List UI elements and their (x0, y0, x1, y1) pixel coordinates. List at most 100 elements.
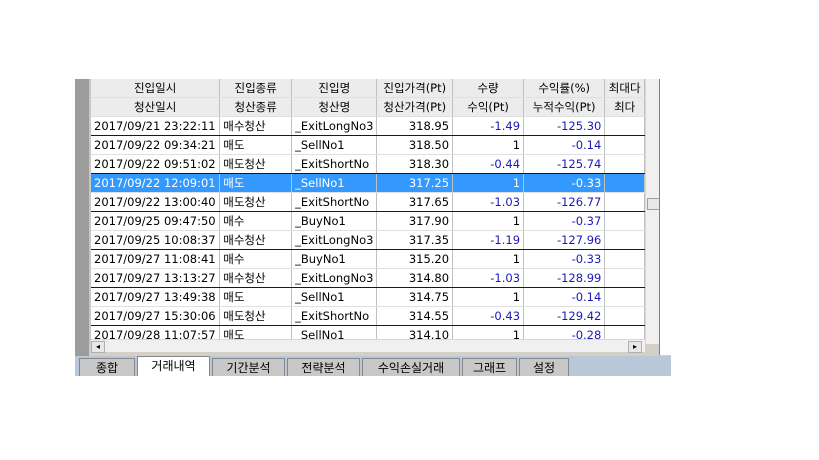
cell-empty (604, 135, 645, 155)
table-row[interactable]: 2017/09/25 10:08:37 매수청산 _ExitLongNo3 317.3… (91, 230, 645, 250)
cell-type: 매수청산 (219, 116, 293, 136)
cell-price: 314.55 (376, 306, 454, 326)
column-header[interactable]: 청산일시 (91, 97, 221, 117)
cell-price: 314.80 (376, 268, 454, 288)
cell-cum: -125.30 (523, 116, 606, 136)
cell-qty: 1 (452, 249, 525, 269)
cell-cum: -0.33 (523, 249, 606, 269)
column-header[interactable]: 최다 (604, 97, 645, 117)
cell-qty: 1 (452, 287, 525, 307)
cell-qty: -1.49 (452, 116, 525, 136)
cell-name: _BuyNo1 (291, 249, 378, 269)
tab-settings[interactable]: 설정 (519, 358, 569, 376)
cell-name: _ExitLongNo3 (291, 116, 378, 136)
column-header[interactable]: 누적수익(Pt) (523, 97, 606, 117)
cell-price: 318.95 (376, 116, 454, 136)
table-row[interactable]: 2017/09/21 23:22:11 매수청산 _ExitLongNo3 318.9… (91, 116, 645, 136)
table-row[interactable]: 2017/09/27 13:13:27 매수청산 _ExitLongNo3 314.8… (91, 268, 645, 288)
tab-strip: 종합 거래내역 기간분석 전략분석 수익손실거래 그래프 설정 (75, 356, 671, 376)
cell-empty (604, 268, 645, 288)
table-row[interactable]: 2017/09/27 15:30:06 매도청산 _ExitShortNo 314.5… (91, 306, 645, 326)
table-row[interactable]: 2017/09/27 13:49:38 매도 _SellNo1 314.75 1 -0.1… (91, 287, 645, 307)
cell-type: 매도 (219, 173, 293, 193)
cell-cum: -127.96 (523, 230, 606, 250)
column-header[interactable]: 최대다 (604, 79, 645, 98)
column-header[interactable]: 진입가격(Pt) (376, 79, 454, 98)
column-header[interactable]: 청산명 (291, 97, 378, 117)
table-row[interactable]: 2017/09/25 09:47:50 매수 _BuyNo1 317.90 1 -0.37 (91, 211, 645, 231)
cell-empty (604, 192, 645, 212)
cell-type: 매수 (219, 249, 293, 269)
cell-datetime: 2017/09/22 13:00:40 (91, 192, 221, 212)
cell-price: 317.25 (376, 173, 454, 193)
cell-cum: -125.74 (523, 154, 606, 174)
cell-qty: -1.03 (452, 192, 525, 212)
cell-price: 317.65 (376, 192, 454, 212)
cell-type: 매수청산 (219, 268, 293, 288)
cell-cum: -0.14 (523, 287, 606, 307)
cell-name: _BuyNo1 (291, 211, 378, 231)
tab-graph[interactable]: 그래프 (462, 358, 517, 376)
cell-empty (604, 287, 645, 307)
cell-empty (604, 116, 645, 136)
cell-price: 318.50 (376, 135, 454, 155)
tab-period-analysis[interactable]: 기간분석 (212, 358, 285, 376)
cell-price: 314.75 (376, 287, 454, 307)
tab-strategy-analysis[interactable]: 전략분석 (287, 358, 360, 376)
cell-type: 매도청산 (219, 154, 293, 174)
cell-price: 317.35 (376, 230, 454, 250)
cell-datetime: 2017/09/22 09:51:02 (91, 154, 221, 174)
cell-name: _ExitLongNo3 (291, 268, 378, 288)
column-header[interactable]: 청산종류 (219, 97, 293, 117)
column-header[interactable]: 진입일시 (91, 79, 221, 98)
column-header[interactable]: 청산가격(Pt) (376, 97, 454, 117)
cell-datetime: 2017/09/22 12:09:01 (91, 173, 221, 193)
cell-datetime: 2017/09/27 15:30:06 (91, 306, 221, 326)
horizontal-scrollbar[interactable]: ◂ ▸ (91, 339, 645, 353)
cell-datetime: 2017/09/22 09:34:21 (91, 135, 221, 155)
scroll-right-arrow-icon[interactable]: ▸ (628, 341, 642, 353)
cell-empty (604, 211, 645, 231)
cell-empty (604, 173, 645, 193)
cell-cum: -0.14 (523, 135, 606, 155)
cell-price: 318.30 (376, 154, 454, 174)
cell-qty: -1.19 (452, 230, 525, 250)
column-header[interactable]: 진입종류 (219, 79, 293, 98)
cell-empty (604, 306, 645, 326)
cell-qty: -1.03 (452, 268, 525, 288)
cell-qty: 1 (452, 173, 525, 193)
cell-cum: -0.33 (523, 173, 606, 193)
scroll-left-arrow-icon[interactable]: ◂ (91, 341, 105, 353)
cell-name: _ExitShortNo (291, 154, 378, 174)
cell-datetime: 2017/09/27 13:49:38 (91, 287, 221, 307)
cell-name: _ExitShortNo (291, 192, 378, 212)
cell-type: 매도 (219, 287, 293, 307)
trade-grid: 진입일시 진입종류 진입명 진입가격(Pt) 수량 수익률(%) 최대다 청산일시 청산종류 청산… (91, 79, 645, 344)
tab-summary[interactable]: 종합 (79, 358, 135, 376)
cell-qty: -0.44 (452, 154, 525, 174)
cell-cum: -128.99 (523, 268, 606, 288)
header-row: 청산일시 청산종류 청산명 청산가격(Pt) 수익(Pt) 누적수익(Pt) 최다 (91, 97, 645, 117)
table-row[interactable]: 2017/09/22 13:00:40 매도청산 _ExitShortNo 317.6… (91, 192, 645, 212)
table-row[interactable]: 2017/09/22 09:34:21 매도 _SellNo1 318.50 1 -0.1… (91, 135, 645, 155)
tab-profit-loss-trades[interactable]: 수익손실거래 (362, 358, 460, 376)
cell-empty (604, 249, 645, 269)
cell-price: 315.20 (376, 249, 454, 269)
table-row[interactable]: 2017/09/22 09:51:02 매도청산 _ExitShortNo 318.3… (91, 154, 645, 174)
cell-name: _SellNo1 (291, 135, 378, 155)
cell-type: 매수 (219, 211, 293, 231)
cell-datetime: 2017/09/25 10:08:37 (91, 230, 221, 250)
cell-type: 매도 (219, 135, 293, 155)
table-row[interactable]: 2017/09/27 11:08:41 매수 _BuyNo1 315.20 1 -0.33 (91, 249, 645, 269)
table-row[interactable]: 2017/09/22 12:09:01 매도 _SellNo1 317.25 1 -0.3… (91, 173, 645, 193)
column-header[interactable]: 수익률(%) (523, 79, 606, 98)
vertical-scrollbar[interactable] (645, 79, 660, 344)
column-header[interactable]: 수량 (452, 79, 525, 98)
column-header[interactable]: 수익(Pt) (452, 97, 525, 117)
cell-empty (604, 230, 645, 250)
cell-name: _SellNo1 (291, 287, 378, 307)
column-header[interactable]: 진입명 (291, 79, 378, 98)
tab-trade-history[interactable]: 거래내역 (137, 356, 210, 376)
cell-price: 317.90 (376, 211, 454, 231)
cell-qty: 1 (452, 211, 525, 231)
